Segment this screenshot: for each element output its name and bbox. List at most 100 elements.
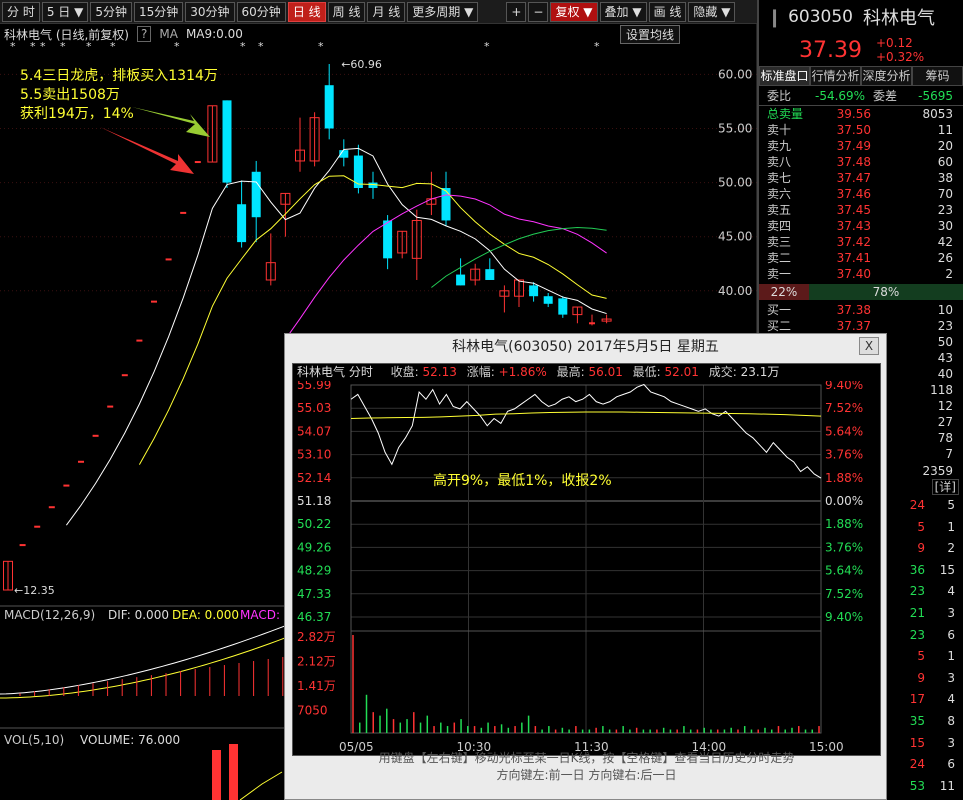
high-price-label: ←60.96 xyxy=(341,58,382,71)
marker-icon: * xyxy=(258,40,264,53)
toolbar-item-10[interactable]: + xyxy=(506,1,527,22)
pct-tick: 3.76% xyxy=(825,540,863,554)
price-tick: 51.18 xyxy=(297,494,331,508)
sell-vol: 11 xyxy=(937,123,953,137)
marker-icon: * xyxy=(30,40,36,53)
y-tick-label: 55.00 xyxy=(718,121,752,135)
low-label: 最低: xyxy=(632,365,661,379)
pct-tick: 1.88% xyxy=(825,471,863,485)
tick-count: 3 xyxy=(947,735,955,750)
high-value: 56.01 xyxy=(588,365,623,379)
sell-vol: 30 xyxy=(937,219,953,233)
pct-tick: 0.00% xyxy=(825,494,863,508)
sell-label: 卖八 xyxy=(767,155,792,169)
candle-body xyxy=(558,298,568,315)
candle-body xyxy=(485,269,495,280)
marker-icon: * xyxy=(110,40,116,53)
pct-tick: 9.40% xyxy=(825,381,863,392)
toolbar-item-15[interactable]: 隐藏 ▼ xyxy=(688,1,736,22)
tick-vol: 9 xyxy=(917,541,925,556)
tick-count: 11 xyxy=(939,778,955,793)
total-sell-price: 39.56 xyxy=(836,107,871,121)
candle-body xyxy=(121,374,128,377)
toolbar-item-11[interactable]: − xyxy=(528,1,549,22)
toolbar-item-12[interactable]: 复权 ▼ xyxy=(550,1,598,22)
popup-title: 科林电气(603050) 2017年5月5日 星期五 xyxy=(452,339,719,355)
macd-dif-line xyxy=(0,624,289,695)
tick-vol: 9 xyxy=(917,670,925,685)
buy-orders: 买一 37.38 10 买二 37.37 23 xyxy=(759,302,963,334)
close-icon[interactable]: X xyxy=(859,337,879,355)
tick-vol: 5 xyxy=(917,519,925,534)
candle-body xyxy=(589,322,595,325)
toolbar-item-2[interactable]: 5分钟 xyxy=(90,1,132,22)
quote-tab-0[interactable]: 标准盘口 xyxy=(759,66,810,86)
tick-count: 4 xyxy=(947,692,955,707)
buy-price: 37.38 xyxy=(836,303,871,317)
menu-icon[interactable]: ❙ xyxy=(767,7,782,28)
toolbar-item-1[interactable]: 5 日 ▼ xyxy=(41,1,89,22)
tick-count: 6 xyxy=(947,627,955,642)
sell-price: 37.48 xyxy=(836,155,871,169)
tick-count: 8 xyxy=(947,713,955,728)
intraday-chart-svg[interactable]: 55.99 55.03 54.07 53.10 52.14 51.18 50.22 49.26… xyxy=(293,381,880,755)
sell-row: 卖八 37.48 60 xyxy=(759,154,963,170)
toolbar-item-13[interactable]: 叠加 ▼ xyxy=(599,1,647,22)
toolbar-item-5[interactable]: 60分钟 xyxy=(236,1,286,22)
toolbar-item-0[interactable]: 分 时 xyxy=(2,1,40,22)
candle-body xyxy=(237,204,247,243)
pct-tick: 7.52% xyxy=(825,587,863,601)
price-tick: 53.10 xyxy=(297,448,331,462)
marker-icon: * xyxy=(318,40,324,53)
tick-count: 3 xyxy=(947,670,955,685)
candle-body xyxy=(441,188,451,221)
marker-icon: * xyxy=(10,40,16,53)
vol-value: VOLUME: 76.000 xyxy=(80,733,180,747)
tick-vol: 15 xyxy=(909,735,925,750)
toolbar-item-3[interactable]: 15分钟 xyxy=(133,1,184,22)
vol-title: VOL(5,10) xyxy=(4,733,64,747)
sell-vol: 23 xyxy=(937,203,953,217)
candle-body xyxy=(251,171,261,218)
quote-tab-3[interactable]: 筹码 xyxy=(912,66,963,86)
period-toolbar: 分 时5 日 ▼ 5分钟 15分钟 30分钟 60分钟日 线周 线月 线更多周期 ▼ + −… xyxy=(0,0,757,24)
price-tick: 55.99 xyxy=(297,381,331,392)
toolbar-item-9[interactable]: 更多周期 ▼ xyxy=(407,1,479,22)
high-label: 最高: xyxy=(556,365,585,379)
order-ratio-bar: 22% 78% xyxy=(759,284,963,300)
vol-tick: 2.12万 xyxy=(297,655,336,669)
toolbar-item-7[interactable]: 周 线 xyxy=(327,1,366,22)
sell-price: 37.41 xyxy=(836,251,871,265)
toolbar-item-8[interactable]: 月 线 xyxy=(367,1,406,22)
tick-count: 1 xyxy=(947,519,955,534)
total-sell-label: 总卖量 xyxy=(767,107,804,121)
marker-icon: * xyxy=(86,40,92,53)
candle-body xyxy=(63,484,70,487)
chg-value: +1.86% xyxy=(498,365,547,379)
candle-body xyxy=(92,434,99,437)
sell-row: 卖三 37.42 42 xyxy=(759,234,963,250)
sell-row: 卖四 37.43 30 xyxy=(759,218,963,234)
popup-hint-2: 方向键左:前一日 方向键右:后一日 xyxy=(496,768,677,782)
price-tick: 49.26 xyxy=(297,540,331,554)
toolbar-item-14[interactable]: 画 线 xyxy=(648,1,687,22)
quote-tab-2[interactable]: 深度分析 xyxy=(861,66,912,86)
quote-tab-1[interactable]: 行情分析 xyxy=(810,66,861,86)
popup-stock-label: 科林电气 分时 xyxy=(297,365,373,379)
toolbar-item-6[interactable]: 日 线 xyxy=(287,1,326,22)
intraday-popup: 科林电气(603050) 2017年5月5日 星期五 X 科林电气 分时 收盘:… xyxy=(284,333,887,800)
sell-price: 37.47 xyxy=(836,171,871,185)
vol-tick: 7050 xyxy=(297,704,328,718)
buy-label: 买二 xyxy=(767,319,792,333)
candle-body xyxy=(136,339,143,342)
toolbar-item-4[interactable]: 30分钟 xyxy=(185,1,235,22)
candle-body xyxy=(543,296,553,304)
sell-price: 37.45 xyxy=(836,203,871,217)
tick-vol: 53 xyxy=(909,778,925,793)
candle-body xyxy=(180,211,187,214)
price-tick: 55.03 xyxy=(297,401,331,415)
pct-tick: 5.64% xyxy=(825,564,863,578)
vol-bar xyxy=(229,744,238,800)
tick-vol: 24 xyxy=(909,498,925,512)
detail-button[interactable]: [详] xyxy=(931,479,959,495)
